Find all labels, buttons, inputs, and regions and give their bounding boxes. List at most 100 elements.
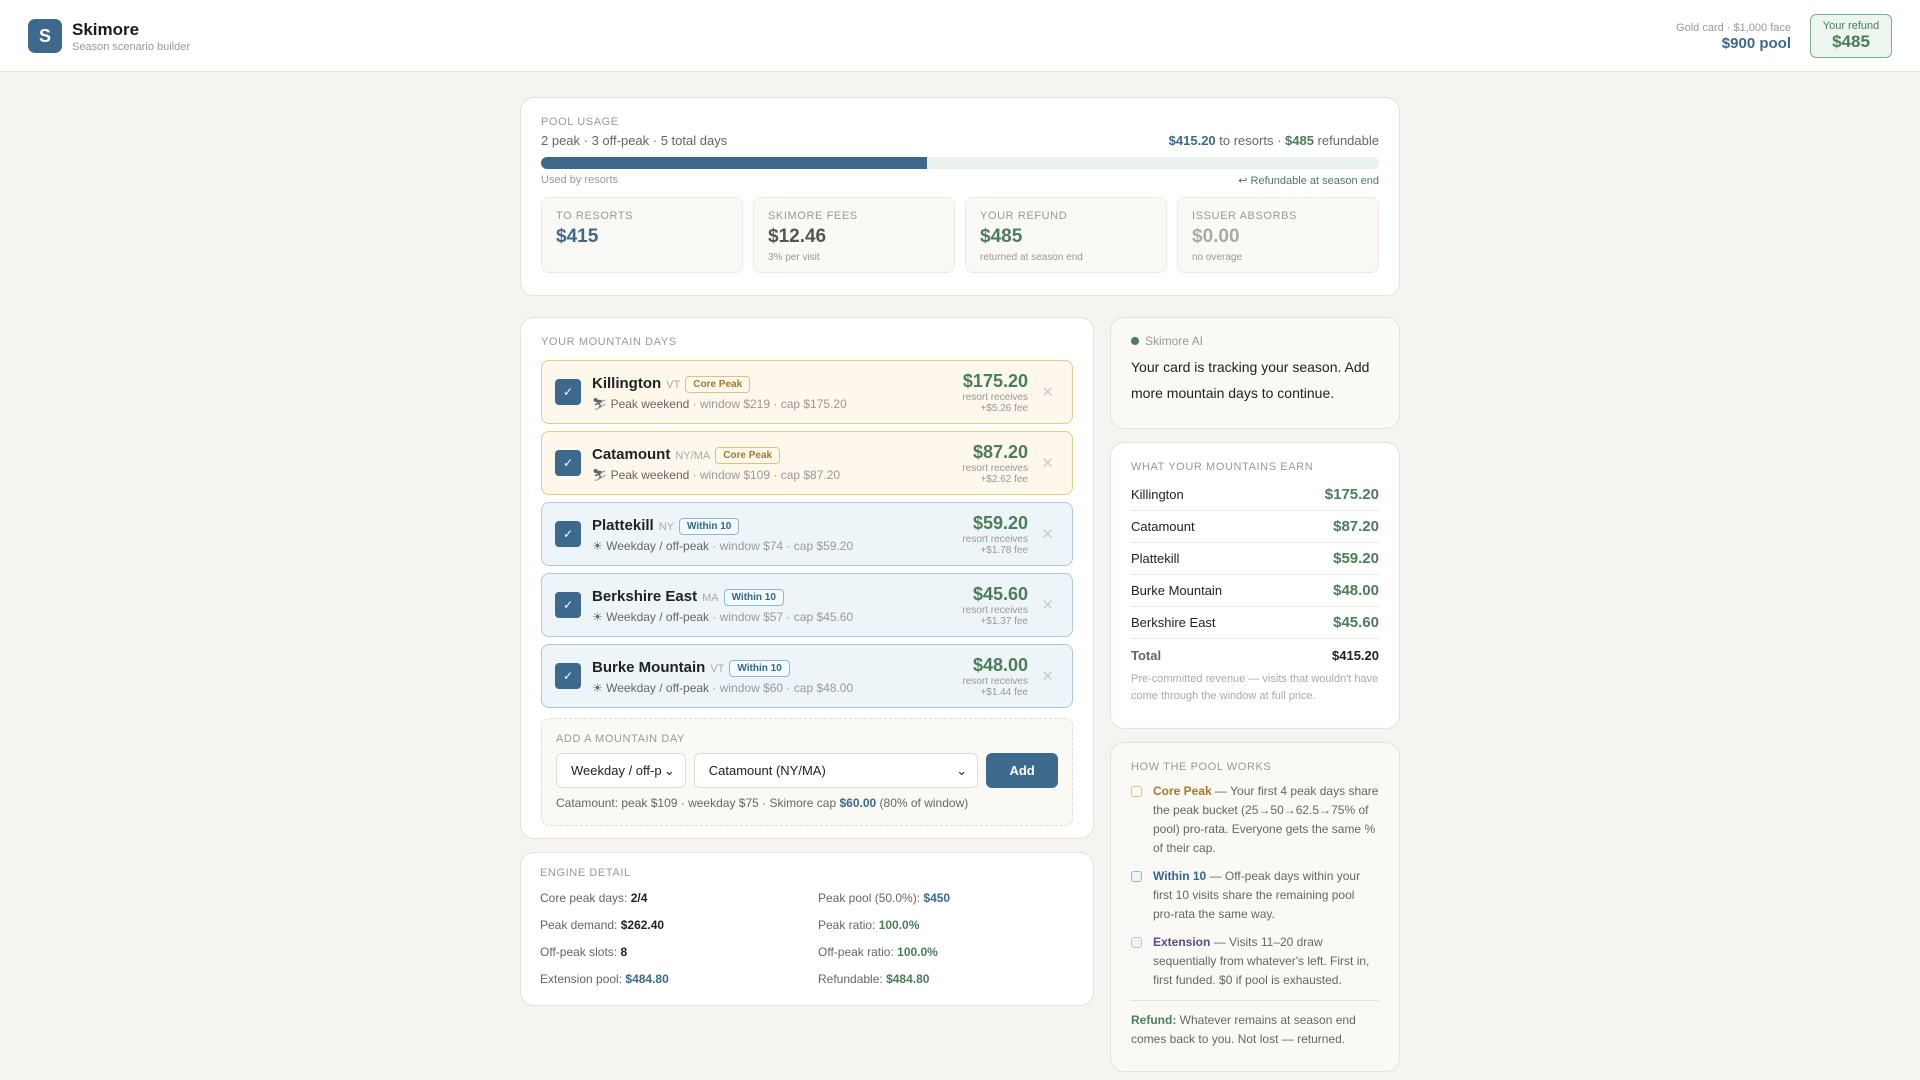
engine-stat: Core peak days: 2/4 <box>540 891 648 905</box>
fee: +$1.78 fee <box>980 545 1028 556</box>
pool-usage-card: Pool usage 2 peak · 3 off-peak · 5 total… <box>520 97 1400 296</box>
mountain-day-item[interactable]: ✓ Plattekill NY Within 10 ☀ Weekday / off-… <box>541 502 1073 566</box>
resort-receives-label: resort receives <box>962 605 1028 616</box>
chevron-down-icon: ⌄ <box>663 762 675 778</box>
engine-stat: Refundable: $484.80 <box>818 972 930 986</box>
within-10-swatch-icon <box>1131 871 1142 882</box>
section-label: What your mountains earn <box>1131 461 1314 473</box>
day-type: Weekday / off-peak <box>606 681 710 695</box>
fee: +$1.44 fee <box>980 687 1028 698</box>
stat-skimore-fees: Skimore fees $12.46 3% per visit <box>753 197 955 273</box>
window-cap: · window $219 · cap $175.20 <box>689 397 847 411</box>
resort-amount: $175.20 <box>962 371 1028 391</box>
resort-amount: $45.60 <box>972 584 1028 604</box>
earn-total-row: Total $415.20 <box>1131 647 1379 663</box>
fee: +$1.37 fee <box>980 616 1028 627</box>
resort-receives-label: resort receives <box>962 534 1028 545</box>
engine-stat: Peak ratio: 100.0% <box>818 918 920 932</box>
engine-stat: Off-peak ratio: 100.0% <box>818 945 938 959</box>
pool-progress-bar <box>541 157 1379 169</box>
resort-amount: $59.20 <box>972 513 1028 533</box>
resort-select[interactable]: Catamount (NY/MA) ⌄ <box>693 753 979 788</box>
engine-stat: Peak demand: $262.40 <box>540 918 665 932</box>
card-type: Gold card · $1,000 face <box>1676 22 1791 34</box>
fee: +$5.26 fee <box>980 403 1028 414</box>
sun-icon: ☀ <box>592 610 603 624</box>
checkbox[interactable]: ✓ <box>555 450 581 476</box>
skier-icon: ⛷ <box>592 468 608 482</box>
section-label: Your mountain days <box>541 336 677 348</box>
rule-extension: Extension — Visits 11–20 draw sequential… <box>1131 933 1379 990</box>
remove-icon[interactable]: ✕ <box>1041 667 1054 685</box>
add-label: Add a mountain day <box>556 733 685 745</box>
refund-badge: Your refund $485 <box>1810 14 1892 58</box>
mountain-day-item[interactable]: ✓ Burke Mountain VT Within 10 ☀ Weekday / … <box>541 644 1073 708</box>
window-cap: · window $74 · cap $59.20 <box>709 539 854 553</box>
mountain-day-item[interactable]: ✓ Berkshire East MA Within 10 ☀ Weekday / … <box>541 573 1073 637</box>
resort-amount: $87.20 <box>972 442 1028 462</box>
resort-state: MA <box>702 592 719 604</box>
earn-row: Catamount $87.20 <box>1131 511 1379 543</box>
earn-row: Burke Mountain $48.00 <box>1131 575 1379 607</box>
resort-price-hint: Catamount: peak $109 · weekday $75 · Ski… <box>556 796 969 810</box>
tier-badge: Within 10 <box>678 518 740 535</box>
resort-receives-label: resort receives <box>962 392 1028 403</box>
mountain-day-item[interactable]: ✓ Catamount NY/MA Core Peak ⛷ Peak weekend… <box>541 431 1073 495</box>
add-mountain-day-panel: Add a mountain day Weekday / off-p ⌄ Cata… <box>541 718 1073 826</box>
checkbox[interactable]: ✓ <box>555 379 581 405</box>
engine-detail-card: Engine detail Core peak days: 2/4 Peak po… <box>520 852 1094 1006</box>
window-cap: · window $57 · cap $45.60 <box>709 610 854 624</box>
rule-core-peak: Core Peak — Your first 4 peak days share… <box>1131 782 1379 858</box>
mountain-days-card: Your mountain days ✓ Killington VT Core Pe… <box>520 317 1094 839</box>
remove-icon[interactable]: ✕ <box>1041 525 1054 543</box>
mountain-day-item[interactable]: ✓ Killington VT Core Peak ⛷ Peak weekend ·… <box>541 360 1073 424</box>
skier-icon: ⛷ <box>592 397 608 411</box>
engine-stat: Extension pool: $484.80 <box>540 972 669 986</box>
refund-note: ↩ Refundable at season end <box>1238 175 1379 187</box>
remove-icon[interactable]: ✕ <box>1041 383 1054 401</box>
sun-icon: ☀ <box>592 681 603 695</box>
chevron-down-icon: ⌄ <box>956 762 968 778</box>
add-button[interactable]: Add <box>986 753 1058 788</box>
sun-icon: ☀ <box>592 539 603 553</box>
tier-badge: Core Peak <box>685 376 751 393</box>
tier-badge: Within 10 <box>729 660 790 677</box>
resort-name: Burke Mountain <box>592 659 706 676</box>
status-dot-icon <box>1131 337 1139 345</box>
app-subtitle: Season scenario builder <box>72 41 191 53</box>
engine-stat: Off-peak slots: 8 <box>540 945 628 959</box>
day-type: Peak weekend <box>610 468 690 482</box>
earn-row: Plattekill $59.20 <box>1131 543 1379 575</box>
day-type: Weekday / off-peak <box>606 610 710 624</box>
mountains-earn-card: What your mountains earn Killington $175.… <box>1110 442 1400 729</box>
resort-state: VT <box>666 379 681 391</box>
checkbox[interactable]: ✓ <box>555 663 581 689</box>
earn-note: Pre-committed revenue — visits that woul… <box>1131 673 1379 702</box>
resort-name: Plattekill <box>592 517 654 534</box>
day-type-select[interactable]: Weekday / off-p ⌄ <box>556 753 686 788</box>
day-type: Peak weekend <box>610 397 690 411</box>
section-label: Engine detail <box>540 867 631 879</box>
app-header: S Skimore Season scenario builder Gold ca… <box>0 0 1920 72</box>
window-cap: · window $109 · cap $87.20 <box>689 468 841 482</box>
pool-amount: $900 pool <box>1721 35 1791 52</box>
remove-icon[interactable]: ✕ <box>1041 454 1054 472</box>
pool-summary: 2 peak · 3 off-peak · 5 total days <box>541 133 728 148</box>
core-peak-swatch-icon <box>1131 786 1142 797</box>
stat-to-resorts: To resorts $415 <box>541 197 743 273</box>
extension-swatch-icon <box>1131 937 1142 948</box>
tier-badge: Within 10 <box>723 589 784 606</box>
app-logo: S <box>28 19 62 53</box>
window-cap: · window $60 · cap $48.00 <box>709 681 854 695</box>
pool-progress-fill <box>541 157 928 169</box>
earn-row: Berkshire East $45.60 <box>1131 607 1379 639</box>
remove-icon[interactable]: ✕ <box>1041 596 1054 614</box>
ai-label: Skimore AI <box>1145 334 1204 348</box>
section-label: Pool usage <box>541 116 619 128</box>
pool-totals: $415.20 to resorts · $485 refundable <box>1168 133 1379 148</box>
refund-label: Your refund <box>1822 20 1880 32</box>
checkbox[interactable]: ✓ <box>555 592 581 618</box>
resort-name: Killington <box>592 375 662 392</box>
fee: +$2.62 fee <box>980 474 1028 485</box>
checkbox[interactable]: ✓ <box>555 521 581 547</box>
